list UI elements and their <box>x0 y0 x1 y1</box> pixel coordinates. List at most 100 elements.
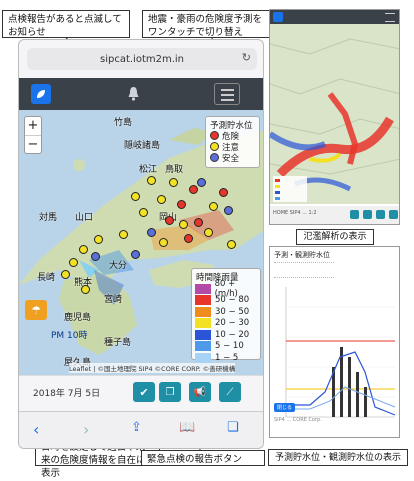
place-label: 竹島 <box>114 118 133 128</box>
shot1-btn <box>376 210 385 219</box>
dam-marker-safe[interactable] <box>131 250 140 259</box>
shot1-btn <box>389 210 398 219</box>
danger-dot-icon <box>210 131 219 140</box>
dam-marker-safe[interactable] <box>91 252 100 261</box>
dam-marker-caution[interactable] <box>159 238 168 247</box>
share-icon[interactable]: ⇪ <box>131 420 142 435</box>
dam-marker-safe[interactable] <box>197 178 206 187</box>
place-label: 宮崎 <box>104 295 123 305</box>
place-label: 山口 <box>75 213 94 223</box>
shot1-btn <box>350 210 359 219</box>
browser-bottom-bar: ‹ › ⇪ 📖 ❏ <box>19 411 263 448</box>
dam-marker-danger[interactable] <box>189 185 198 194</box>
hazard-map[interactable]: + − 予測貯水位 危険 注意 安全 時間降雨量 80 + (m/h) 50 −… <box>19 110 263 375</box>
dam-marker-caution[interactable] <box>157 195 166 204</box>
place-label: 大分 <box>109 261 128 271</box>
dam-marker-caution[interactable] <box>119 230 128 239</box>
date-toolbar: 2018年 7月 5日 ✔ ❐ 📢 ⟋ <box>19 375 263 412</box>
megaphone-icon: 📢 <box>193 386 207 398</box>
shot2-footnote: SIP4 ... CORE Corp. <box>274 417 322 423</box>
dam-marker-safe[interactable] <box>147 228 156 237</box>
forward-arrow-icon[interactable]: › <box>83 420 89 439</box>
rain-row: 20 − 30 <box>192 318 260 330</box>
place-label: 対馬 <box>39 213 58 223</box>
legend-title: 予測貯水位 <box>210 121 253 131</box>
rain-row: 5 − 10 <box>192 341 260 353</box>
copy-button[interactable]: ❐ <box>159 382 181 402</box>
zoom-out-button[interactable]: − <box>25 136 41 154</box>
shot1-header <box>270 10 399 24</box>
tabs-icon[interactable]: ❏ <box>227 420 239 435</box>
rain-label: 20 − 30 <box>215 318 250 329</box>
emergency-report-button[interactable]: 📢 <box>189 382 211 402</box>
shot1-leaf-icon <box>273 12 283 22</box>
url-text: sipcat.iotm2m.in <box>99 53 185 65</box>
rain-row: 10 − 20 <box>192 329 260 341</box>
place-label: 隠岐諸島 <box>124 141 161 151</box>
dam-marker-caution[interactable] <box>61 270 70 279</box>
reload-icon[interactable]: ↻ <box>242 51 251 64</box>
back-arrow-icon[interactable]: ‹ <box>33 420 39 439</box>
rain-row: 80 + (m/h) <box>192 279 260 299</box>
dam-marker-caution[interactable] <box>209 202 218 211</box>
leaf-logo-icon[interactable] <box>31 84 51 104</box>
caution-dot-icon <box>210 142 219 151</box>
dam-marker-caution[interactable] <box>81 285 90 294</box>
rain-label: 5 − 10 <box>215 341 244 352</box>
rain-row: 1 − 5 <box>192 352 260 364</box>
flood-analysis-screenshot: HOME SIP4 ... 1:2 <box>269 9 400 225</box>
place-label: 松江 <box>139 165 158 175</box>
dam-marker-danger[interactable] <box>165 216 174 225</box>
dam-marker-danger[interactable] <box>184 234 193 243</box>
dam-marker-caution[interactable] <box>69 258 78 267</box>
shot1-btn <box>363 210 372 219</box>
zoom-in-button[interactable]: + <box>25 117 41 136</box>
rainfall-legend: 時間降雨量 80 + (m/h) 50 − 80 30 − 50 20 − 30… <box>191 268 261 363</box>
dam-marker-danger[interactable] <box>219 188 228 197</box>
legend-label: 安全 <box>222 153 240 164</box>
app-navbar <box>19 78 263 110</box>
dam-marker-caution[interactable] <box>131 192 140 201</box>
zoom-control: + − <box>24 116 42 154</box>
dam-marker-safe[interactable] <box>224 206 233 215</box>
dam-marker-caution[interactable] <box>139 208 148 217</box>
water-level-screenshot: 予測・観測貯水位 閉じる SIP4 ... CORE Corp. <box>269 246 400 438</box>
place-label: 鳥取 <box>165 165 184 175</box>
dam-marker-caution[interactable] <box>147 176 156 185</box>
shot1-footer-text: HOME SIP4 ... 1:2 <box>273 210 317 216</box>
rain-label: 1 − 5 <box>215 352 239 363</box>
dam-marker-caution[interactable] <box>169 178 178 187</box>
chart-button[interactable]: ⟋ <box>219 382 241 402</box>
legend-item-danger: 危険 <box>206 130 259 142</box>
dam-marker-caution[interactable] <box>79 245 88 254</box>
safe-dot-icon <box>210 153 219 162</box>
dam-marker-danger[interactable] <box>177 200 186 209</box>
address-bar[interactable]: sipcat.iotm2m.in ↻ <box>27 48 257 70</box>
umbrella-icon: ☂ <box>31 303 41 317</box>
time-label: PM 10時 <box>51 331 88 341</box>
place-label: 長崎 <box>37 273 56 283</box>
shot1-footer: HOME SIP4 ... 1:2 <box>270 206 399 224</box>
dam-marker-caution[interactable] <box>94 235 103 244</box>
rain-label: 10 − 20 <box>215 329 250 340</box>
legend-item-safe: 安全 <box>206 152 259 164</box>
check-button[interactable]: ✔ <box>133 382 155 402</box>
caption-flood: 氾濫解析の表示 <box>296 229 374 245</box>
line-chart-icon: ⟋ <box>226 386 234 398</box>
water-level-legend: 予測貯水位 危険 注意 安全 <box>205 116 260 168</box>
dam-marker-caution[interactable] <box>179 220 188 229</box>
umbrella-button[interactable]: ☂ <box>25 300 47 320</box>
date-label[interactable]: 2018年 7月 5日 <box>33 386 100 399</box>
shot1-menu-icon <box>385 13 395 22</box>
shot2-close-button: 閉じる <box>274 403 296 412</box>
rain-label: 30 − 50 <box>215 306 250 317</box>
bookmarks-icon[interactable]: 📖 <box>179 420 195 435</box>
place-label: 鹿児島 <box>64 313 92 323</box>
dam-marker-danger[interactable] <box>194 218 203 227</box>
bell-icon[interactable] <box>127 86 140 105</box>
dam-marker-caution[interactable] <box>204 228 213 237</box>
menu-button[interactable] <box>214 83 240 105</box>
dam-marker-caution[interactable] <box>227 240 236 249</box>
check-circle-icon: ✔ <box>139 385 149 399</box>
caption-water-level: 予測貯水位・観測貯水位の表示 <box>268 449 408 466</box>
